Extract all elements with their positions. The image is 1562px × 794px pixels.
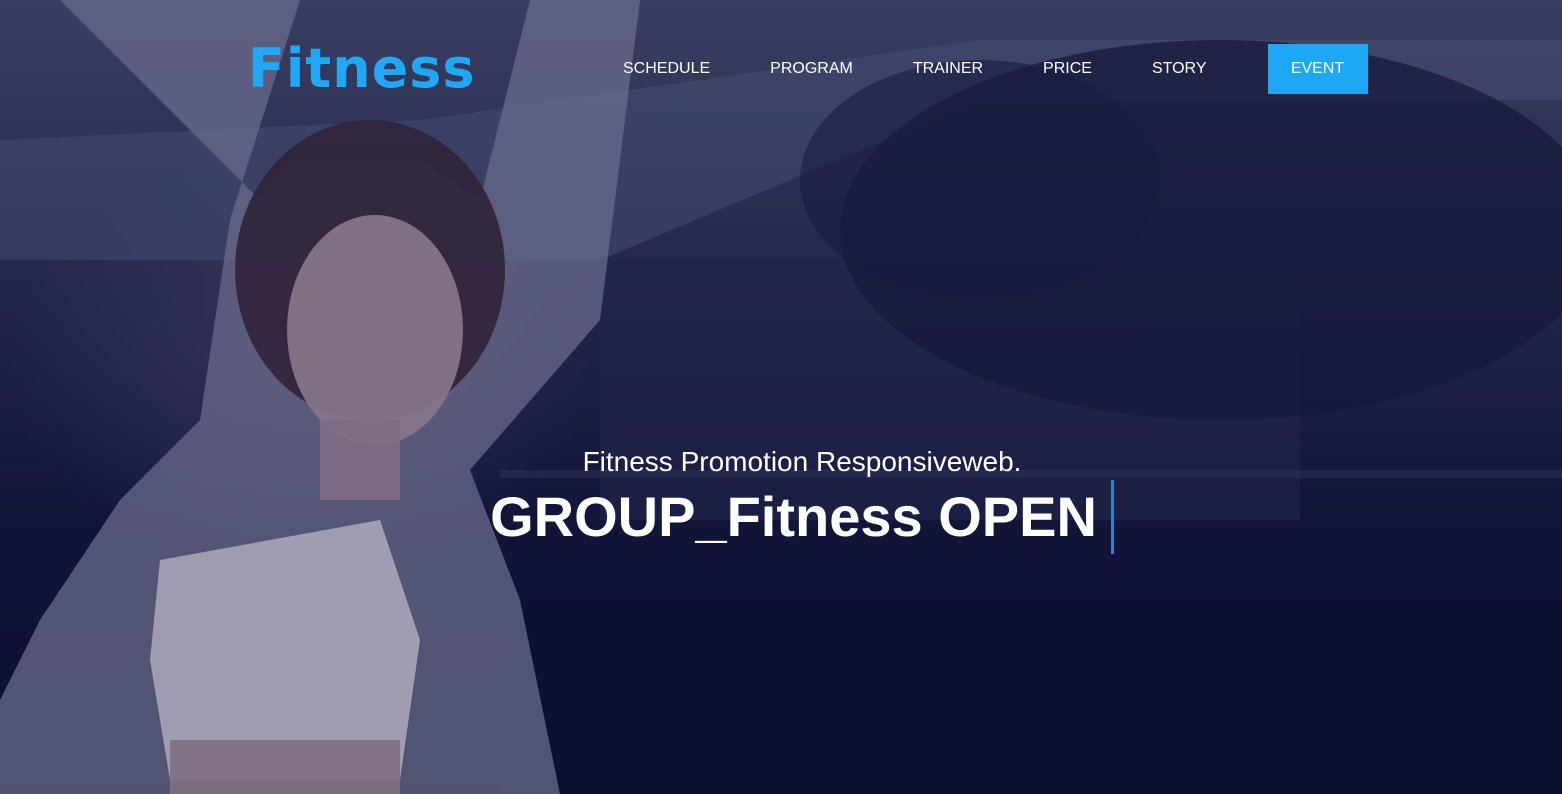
nav-item-story[interactable]: STORY xyxy=(1122,44,1237,94)
hero-section: Fitness SCHEDULE PROGRAM TRAINER PRICE S… xyxy=(0,0,1562,794)
hero-headline: GROUP_Fitness OPEN xyxy=(490,480,1114,554)
event-button[interactable]: EVENT xyxy=(1267,44,1368,94)
main-nav: SCHEDULE PROGRAM TRAINER PRICE STORY EVE… xyxy=(600,44,1368,94)
nav-item-trainer[interactable]: TRAINER xyxy=(883,44,1013,94)
nav-item-price[interactable]: PRICE xyxy=(1013,44,1122,94)
hero-subtitle: Fitness Promotion Responsiveweb. xyxy=(582,446,1022,477)
nav-item-program[interactable]: PROGRAM xyxy=(740,44,883,94)
hero-headline-container: GROUP_Fitness OPEN xyxy=(0,480,1562,560)
nav-item-schedule[interactable]: SCHEDULE xyxy=(600,44,740,94)
brand-logo[interactable]: Fitness xyxy=(248,38,476,100)
dark-overlay xyxy=(0,0,1562,794)
